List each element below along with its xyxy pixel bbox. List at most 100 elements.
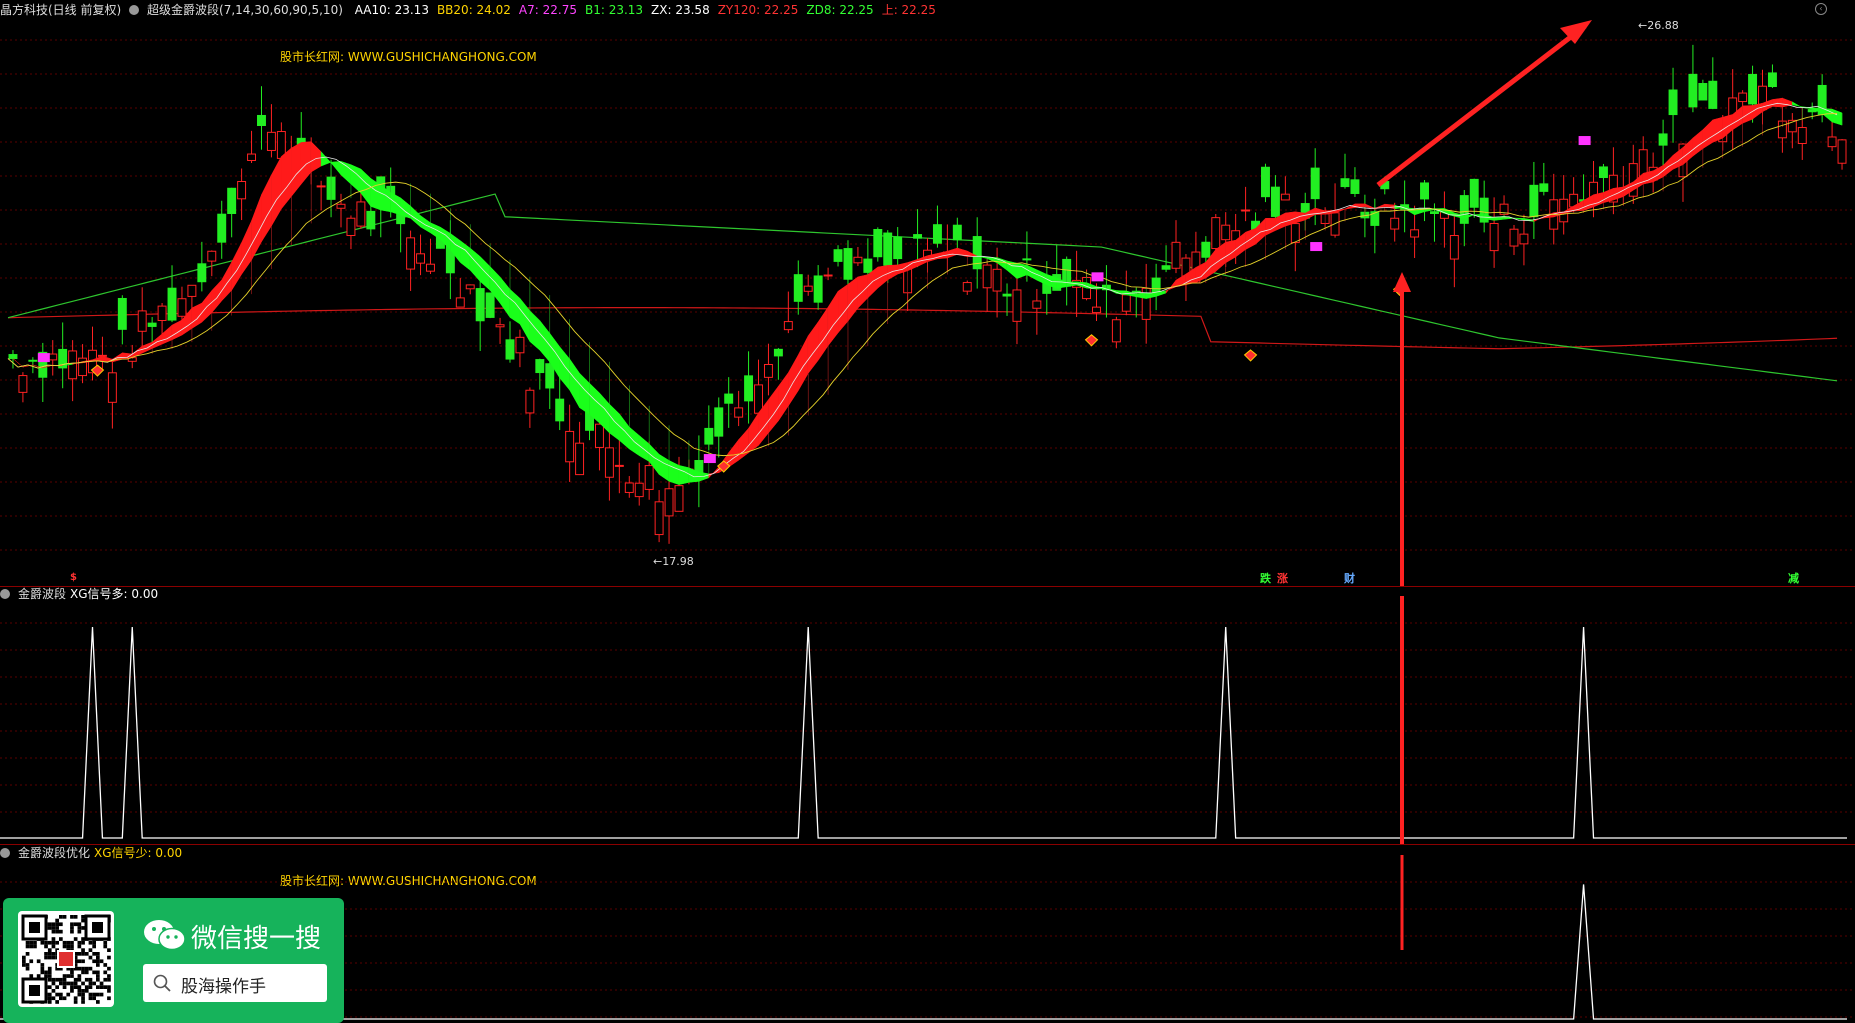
candle-body bbox=[1290, 223, 1300, 244]
panel-divider-2[interactable] bbox=[0, 844, 1855, 845]
event-tag-rise[interactable]: 涨 bbox=[1277, 570, 1288, 586]
candle-body bbox=[1092, 306, 1101, 314]
candle-body bbox=[465, 284, 475, 290]
ribbon-segment bbox=[539, 319, 551, 363]
ribbon-segment bbox=[1384, 203, 1395, 210]
candle-body bbox=[654, 501, 664, 536]
candle-body bbox=[1688, 73, 1698, 108]
candle-body bbox=[1131, 290, 1141, 293]
indicator-values: AA10: 23.13 BB20: 24.02 A7: 22.75 B1: 23.13… bbox=[355, 3, 944, 17]
event-tag-finance[interactable]: 财 bbox=[1344, 570, 1355, 586]
candle-body bbox=[48, 353, 58, 361]
candlestick-chart[interactable] bbox=[0, 20, 1855, 586]
candle-body bbox=[952, 224, 962, 241]
candle-body bbox=[853, 256, 863, 264]
candle-body bbox=[406, 237, 416, 270]
indicator-value-0: AA10: 23.13 bbox=[354, 3, 429, 17]
magenta-marker bbox=[1310, 242, 1323, 252]
candle-body bbox=[177, 298, 187, 317]
candle-body bbox=[1270, 186, 1280, 217]
promo-search-text: 股海操作手 bbox=[181, 977, 266, 997]
candle-body bbox=[1738, 92, 1748, 103]
ribbon-segment bbox=[271, 156, 282, 227]
candle-body bbox=[1658, 133, 1668, 146]
ribbon-segment bbox=[1016, 262, 1028, 279]
ribbon-segment bbox=[807, 321, 819, 375]
ribbon-segment bbox=[320, 151, 332, 167]
candle-body bbox=[346, 217, 356, 237]
candle-body bbox=[455, 297, 465, 308]
candle-body bbox=[366, 210, 376, 230]
indicator-value-3: B1: 23.13 bbox=[584, 3, 644, 17]
ma120-line bbox=[7, 307, 1838, 350]
wechat-promo-card[interactable]: 微信搜一搜 股海操作手 bbox=[3, 898, 344, 1023]
ribbon-segment bbox=[728, 438, 739, 468]
candle-body bbox=[1539, 183, 1549, 192]
candle-body bbox=[237, 180, 247, 200]
candle-body bbox=[187, 284, 197, 297]
candle-body bbox=[644, 465, 654, 490]
signal-chart-1[interactable] bbox=[0, 596, 1855, 844]
candle-body bbox=[356, 201, 366, 227]
indicator-value-5: ZY120: 22.25 bbox=[717, 3, 799, 17]
candle-body bbox=[227, 187, 237, 214]
candle-body bbox=[495, 324, 505, 328]
candle-body bbox=[734, 407, 744, 418]
candle-body bbox=[744, 375, 754, 402]
ribbon-segment bbox=[678, 465, 690, 485]
buy-diamond-icon bbox=[1243, 349, 1258, 362]
ribbon-segment bbox=[708, 466, 719, 479]
candle-body bbox=[1469, 178, 1479, 208]
candle-body bbox=[704, 427, 714, 445]
qr-code-icon[interactable] bbox=[18, 911, 114, 1007]
candle-body bbox=[1161, 265, 1171, 270]
candle-body bbox=[962, 282, 972, 292]
event-tag-dollar[interactable]: $ bbox=[70, 572, 77, 583]
ribbon-segment bbox=[400, 197, 411, 219]
promo-title: 微信搜一搜 bbox=[191, 924, 322, 954]
ribbon-segment bbox=[161, 324, 173, 345]
event-tag-reduce[interactable]: 减 bbox=[1788, 570, 1799, 586]
indicator-menu-icon[interactable] bbox=[129, 5, 140, 15]
candle-body bbox=[1668, 89, 1678, 116]
ribbon-segment bbox=[1772, 97, 1783, 108]
ribbon-segment bbox=[738, 427, 749, 461]
collapse-icon[interactable]: ‹ bbox=[1815, 3, 1827, 15]
candle-body bbox=[475, 288, 485, 322]
panel-divider[interactable] bbox=[0, 586, 1855, 587]
candle-body bbox=[624, 482, 634, 493]
candle-body bbox=[1032, 300, 1042, 309]
indicator-name[interactable]: 超级金爵波段(7,14,30,60,90,5,10) bbox=[147, 3, 343, 17]
candle-body bbox=[674, 485, 684, 512]
candle-body bbox=[833, 249, 843, 262]
ribbon-segment bbox=[1225, 239, 1236, 264]
candle-body bbox=[1350, 179, 1360, 194]
candle-body bbox=[217, 213, 227, 243]
candle-body bbox=[575, 442, 585, 476]
promo-search-box[interactable]: 股海操作手 bbox=[143, 964, 327, 1002]
candle-body bbox=[416, 253, 426, 264]
candle-body bbox=[207, 250, 217, 262]
event-tag-fall[interactable]: 跌 bbox=[1260, 570, 1271, 586]
ribbon-segment bbox=[1642, 170, 1654, 185]
candle-body bbox=[1748, 73, 1758, 105]
ribbon-segment bbox=[211, 279, 222, 314]
candle-body bbox=[485, 292, 495, 318]
candle-body bbox=[316, 185, 326, 188]
candle-body bbox=[28, 359, 38, 362]
ribbon-segment bbox=[569, 358, 580, 409]
ribbon-segment bbox=[788, 353, 799, 407]
candle-body bbox=[1211, 217, 1221, 250]
stock-title[interactable]: 晶方科技(日线 前复权) bbox=[0, 3, 121, 17]
ribbon-segment bbox=[340, 160, 352, 185]
candle-body bbox=[813, 275, 823, 303]
ribbon-segment bbox=[529, 310, 541, 351]
candle-body bbox=[1390, 217, 1400, 230]
candle-body bbox=[893, 236, 903, 260]
ribbon-segment bbox=[619, 413, 630, 450]
ribbon-segment bbox=[1682, 137, 1694, 166]
candle-body bbox=[913, 234, 923, 239]
ribbon-segment bbox=[12, 358, 24, 368]
ribbon-segment bbox=[1662, 154, 1674, 178]
ribbon-segment bbox=[1036, 269, 1048, 286]
